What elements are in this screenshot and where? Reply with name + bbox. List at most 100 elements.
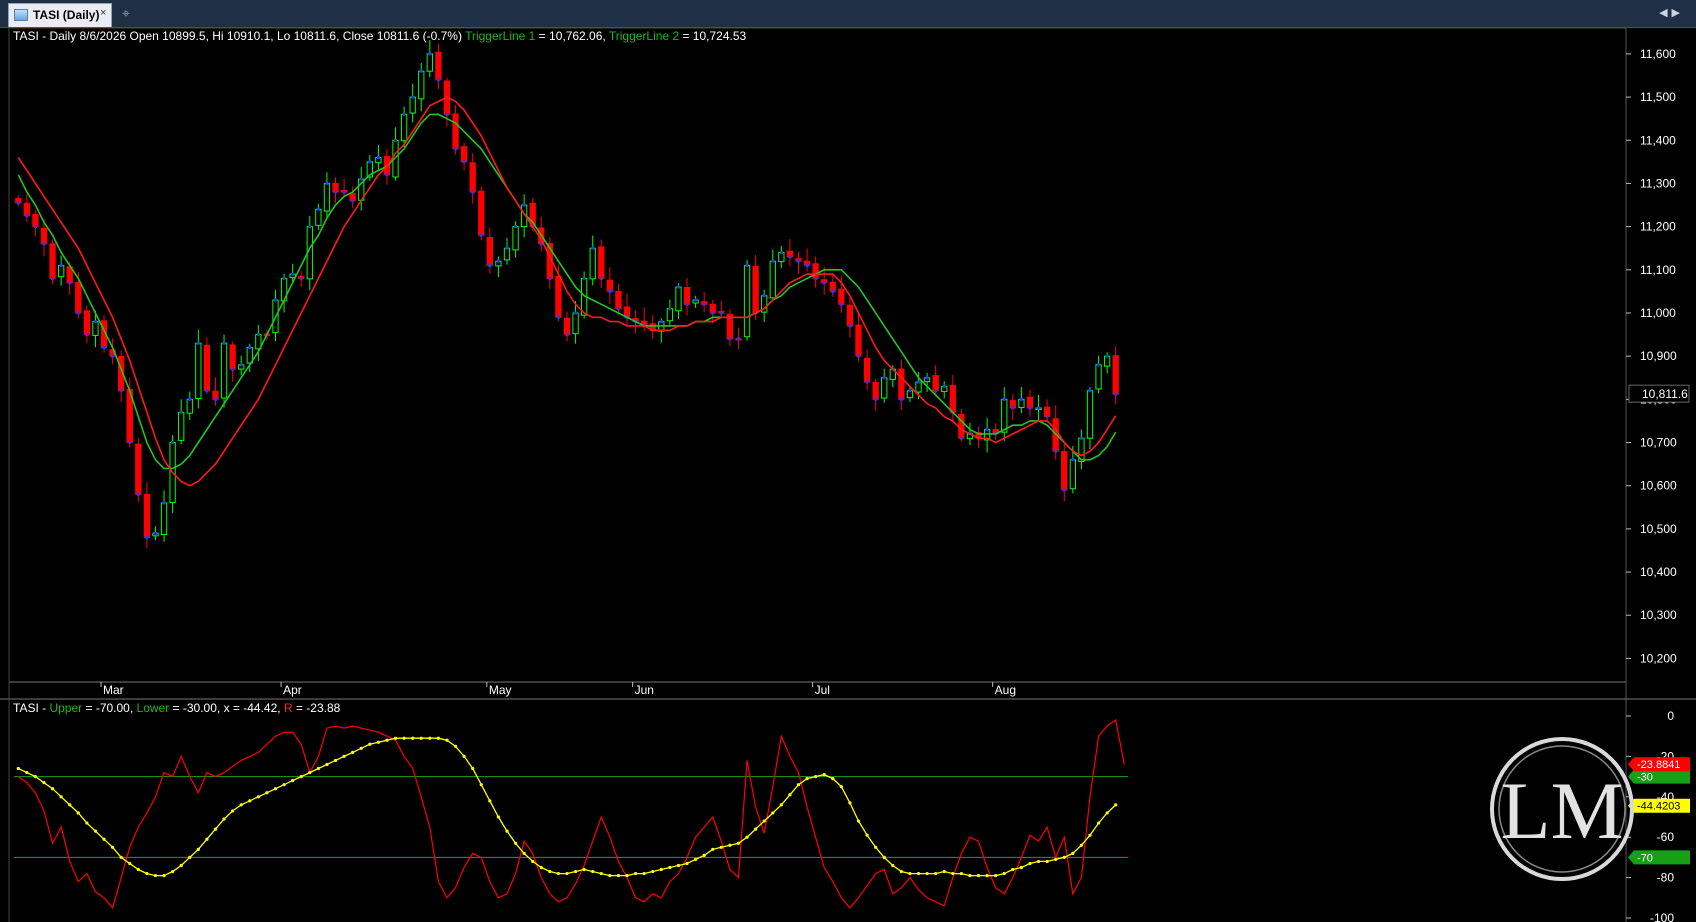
x-point <box>299 775 303 779</box>
x-point <box>839 785 843 789</box>
close-marker <box>1105 354 1109 358</box>
x-point <box>188 855 192 860</box>
svg-text:LM: LM <box>1501 765 1624 856</box>
close-marker <box>728 337 732 341</box>
x-point <box>171 869 175 874</box>
close-tab-icon[interactable]: × <box>100 7 106 19</box>
candle-body <box>872 381 879 400</box>
x-point <box>728 843 732 847</box>
trigger-line-2-name: TriggerLine 2 <box>608 29 680 43</box>
price-tick-label: 11,400 <box>1640 133 1676 147</box>
x-point <box>273 787 278 791</box>
tab-tasi-daily[interactable]: TASI (Daily) × <box>8 3 112 27</box>
x-point <box>376 740 380 744</box>
close-marker <box>376 156 380 160</box>
close-marker <box>865 380 869 384</box>
crosshair-icon[interactable]: ⌖ <box>122 5 130 22</box>
x-point <box>1019 865 1024 870</box>
x-point <box>616 873 621 878</box>
candle-body <box>409 96 416 114</box>
last-price-tag: 10,811.6 <box>1628 384 1690 403</box>
x-point <box>119 855 123 860</box>
x-point <box>531 859 535 864</box>
window-tab-bar: TASI (Daily) × ⌖ ◀▶ <box>0 0 1696 28</box>
x-point <box>231 809 235 813</box>
x-point <box>805 777 809 781</box>
candle-body <box>1061 451 1068 491</box>
lower-value: = -30.00, <box>169 701 224 715</box>
x-point <box>488 799 492 803</box>
x-point <box>625 873 629 878</box>
close-marker <box>179 410 183 414</box>
candle-body <box>881 377 888 399</box>
close-marker <box>985 428 989 432</box>
close-marker <box>711 311 715 315</box>
close-marker <box>779 251 783 255</box>
tab-navigation: ◀▶ <box>1659 6 1684 19</box>
candle-body <box>675 286 682 312</box>
x-point <box>50 787 55 791</box>
x-point <box>968 873 972 878</box>
x-point <box>642 871 646 876</box>
close-marker <box>522 203 526 207</box>
close-marker <box>694 298 698 302</box>
candle-body <box>23 202 31 217</box>
indicator-tick-label: -60 <box>1657 830 1675 844</box>
close-marker <box>273 298 277 302</box>
x-point <box>668 865 672 870</box>
close-marker <box>702 302 706 306</box>
x-point <box>1011 867 1015 872</box>
close-marker <box>488 263 492 267</box>
scroll-right-icon[interactable]: ▶ <box>1672 7 1684 19</box>
close-marker <box>1062 488 1066 492</box>
close-marker <box>959 436 963 440</box>
candle-body <box>863 357 871 383</box>
close-marker <box>745 263 749 267</box>
x-point <box>916 871 921 876</box>
close-marker <box>291 272 295 276</box>
x-point <box>25 770 29 775</box>
close-marker <box>831 289 835 293</box>
price-tick-label: 11,300 <box>1640 176 1676 190</box>
x-point <box>711 847 715 851</box>
x-point <box>453 744 458 748</box>
close-marker <box>342 190 346 194</box>
x-point <box>265 791 269 795</box>
close-marker <box>128 441 132 445</box>
candle-body <box>1026 396 1034 409</box>
close-marker <box>445 112 449 116</box>
upper-tag-label: -70 <box>1637 852 1653 864</box>
chart-area[interactable]: 10,200 10,300 10,400 10,500 10,600 10,700 10,8… <box>0 28 1696 922</box>
x-point <box>419 736 423 740</box>
lower-name: Lower <box>136 701 170 715</box>
close-marker <box>16 201 20 205</box>
price-tick-label: 11,000 <box>1640 306 1676 320</box>
x-point <box>539 865 543 870</box>
x-point <box>179 863 183 868</box>
candle-body <box>400 113 408 142</box>
x-point <box>994 873 998 878</box>
x-point <box>325 762 329 767</box>
close-marker <box>591 246 595 250</box>
x-point <box>411 736 415 740</box>
close-marker <box>1045 415 1049 419</box>
close-marker <box>368 160 372 164</box>
x-point <box>248 799 252 803</box>
trigger-line-1-value: = 10,762.06, <box>535 29 609 43</box>
scroll-left-icon[interactable]: ◀ <box>1659 7 1671 19</box>
close-marker <box>925 376 929 380</box>
x-point <box>1036 859 1041 864</box>
price-tick-label: 10,700 <box>1640 436 1677 450</box>
candle-body <box>606 279 614 292</box>
close-marker <box>565 333 569 337</box>
close-marker <box>471 190 475 194</box>
x-point <box>522 851 526 855</box>
close-marker <box>874 397 878 401</box>
close-marker <box>668 307 672 311</box>
x-point <box>316 766 320 771</box>
candle-body <box>503 247 511 261</box>
close-marker <box>1028 406 1032 410</box>
x-point <box>1105 811 1109 815</box>
close-marker <box>359 177 363 181</box>
x-point <box>951 871 955 876</box>
